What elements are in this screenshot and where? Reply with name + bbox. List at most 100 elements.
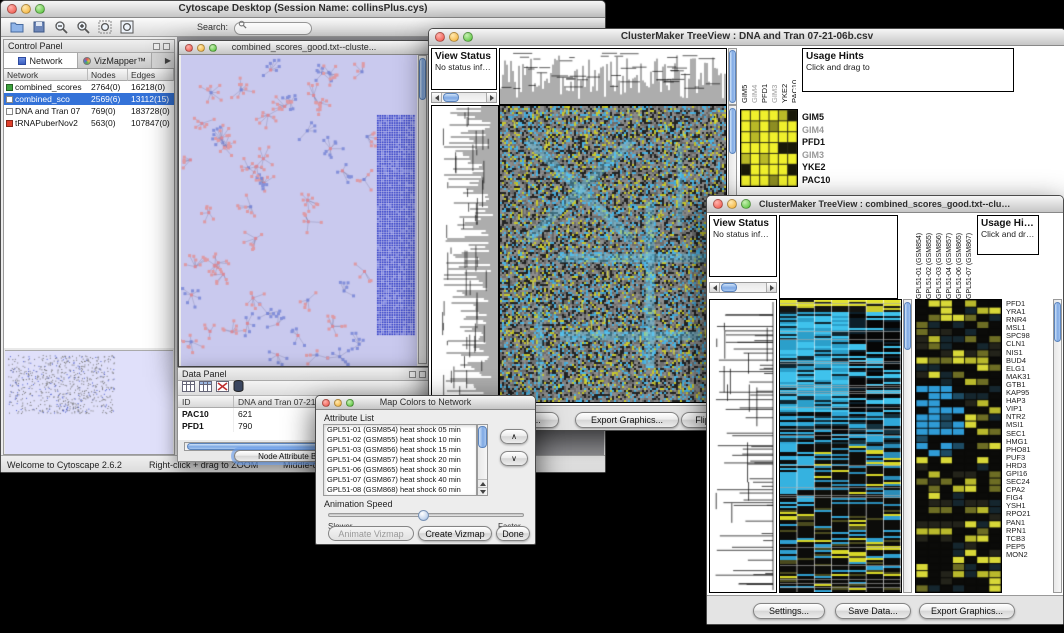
- network-row[interactable]: DNA and Tran 07 769(0) 183728(0): [4, 105, 174, 117]
- column-label[interactable]: GIM3: [770, 48, 779, 103]
- tab-overflow-arrow[interactable]: ▶: [152, 53, 174, 68]
- attribute-item[interactable]: GPL51-06 (GSM865) heat shock 30 min: [324, 465, 476, 475]
- zoom-button[interactable]: [741, 199, 751, 209]
- network-graph-canvas[interactable]: [181, 55, 417, 366]
- zoom-vscrollbar[interactable]: [1053, 299, 1062, 593]
- scrollbar-thumb[interactable]: [443, 93, 459, 102]
- zoom-button[interactable]: [35, 4, 45, 14]
- network-overview-canvas[interactable]: [5, 351, 173, 454]
- global-heatmap-canvas[interactable]: [500, 106, 726, 402]
- network-row-selected[interactable]: combined_sco 2569(6) 13112(15): [4, 93, 174, 105]
- close-panel-icon[interactable]: [419, 371, 426, 378]
- open-folder-icon[interactable]: [7, 19, 27, 36]
- attribute-item[interactable]: GPL51-08 (GSM868) heat shock 60 min: [324, 485, 476, 495]
- treeview-hscrollbar[interactable]: [709, 282, 777, 293]
- gene-dendrogram-canvas[interactable]: [432, 106, 498, 402]
- delete-column-icon[interactable]: [216, 379, 229, 397]
- save-data-button[interactable]: Save Data...: [835, 603, 911, 619]
- column-label[interactable]: GPL51-02 (GSM855): [925, 215, 934, 299]
- gene-label[interactable]: PAC10: [802, 174, 846, 187]
- column-label[interactable]: YKE2: [780, 48, 789, 103]
- gene-label[interactable]: PFD1: [802, 136, 846, 149]
- heatmap-vscrollbar[interactable]: [903, 299, 912, 593]
- main-titlebar[interactable]: Cytoscape Desktop (Session Name: collins…: [1, 1, 605, 18]
- animation-speed-slider[interactable]: [328, 513, 524, 517]
- minimize-button[interactable]: [197, 44, 205, 52]
- zoom-out-icon[interactable]: [51, 19, 71, 36]
- scroll-right-arrow[interactable]: [766, 283, 776, 292]
- column-label[interactable]: GIM4: [750, 48, 759, 103]
- column-label[interactable]: GPL51-03 (GSM856): [935, 215, 944, 299]
- zoom-in-icon[interactable]: [73, 19, 93, 36]
- scrollbar-thumb[interactable]: [904, 302, 911, 350]
- column-label[interactable]: GPL51-01 (GSM854): [915, 215, 924, 299]
- column-label[interactable]: GIM5: [740, 48, 749, 103]
- minimize-button[interactable]: [21, 4, 31, 14]
- animate-vizmap-button[interactable]: Animate Vizmap: [328, 526, 414, 541]
- gene-label[interactable]: GIM5: [802, 111, 846, 124]
- global-heatmap-canvas[interactable]: [780, 300, 901, 592]
- move-down-button[interactable]: ∨: [500, 451, 528, 466]
- network-row[interactable]: combined_scores 2764(0) 16218(0): [4, 81, 174, 93]
- scrollbar-thumb[interactable]: [478, 426, 487, 448]
- close-button[interactable]: [435, 32, 445, 42]
- close-button[interactable]: [322, 399, 330, 407]
- gene-label[interactable]: YKE2: [802, 161, 846, 174]
- col-network[interactable]: Network: [4, 69, 88, 81]
- tab-vizmapper[interactable]: VizMapper™: [78, 53, 152, 68]
- zoom-button[interactable]: [209, 44, 217, 52]
- zoom-button[interactable]: [346, 399, 354, 407]
- close-panel-icon[interactable]: [163, 43, 170, 50]
- column-label[interactable]: PFD1: [760, 48, 769, 103]
- export-graphics-button[interactable]: Export Graphics...: [919, 603, 1015, 619]
- id-column-header[interactable]: ID: [178, 396, 234, 407]
- minimize-button[interactable]: [449, 32, 459, 42]
- scrollbar-thumb[interactable]: [729, 108, 736, 154]
- create-vizmap-button[interactable]: Create Vizmap: [418, 526, 492, 541]
- scrollbar-thumb[interactable]: [729, 50, 736, 103]
- array-dendrogram-canvas[interactable]: [500, 49, 726, 104]
- slider-thumb[interactable]: [418, 510, 429, 521]
- zoom-fit-icon[interactable]: [117, 19, 137, 36]
- gene-dendrogram-canvas[interactable]: [710, 300, 776, 592]
- scroll-left-arrow[interactable]: [432, 93, 442, 102]
- zoom-button[interactable]: [463, 32, 473, 42]
- network-view-titlebar[interactable]: combined_scores_good.txt--cluste...: [179, 41, 429, 55]
- table-icon[interactable]: [182, 379, 195, 397]
- dialog-titlebar[interactable]: Map Colors to Network: [316, 396, 535, 410]
- table-select-icon[interactable]: [199, 379, 212, 397]
- scrollbar-thumb[interactable]: [721, 283, 737, 292]
- network-row[interactable]: tRNAPuberNov2 563(0) 107847(0): [4, 117, 174, 129]
- zoom-heatmap-canvas[interactable]: [741, 110, 797, 186]
- scrollbar-thumb[interactable]: [419, 58, 426, 100]
- gene-label[interactable]: GIM4: [802, 124, 846, 137]
- done-button[interactable]: Done: [496, 526, 530, 541]
- network-overview[interactable]: [5, 350, 173, 454]
- attribute-item[interactable]: GPL51-03 (GSM856) heat shock 15 min: [324, 445, 476, 455]
- zoom-heatmap-canvas[interactable]: [916, 300, 1001, 592]
- close-button[interactable]: [7, 4, 17, 14]
- attribute-item[interactable]: GPL51-02 (GSM855) heat shock 10 min: [324, 435, 476, 445]
- database-icon[interactable]: [233, 379, 244, 397]
- tab-network[interactable]: Network: [4, 53, 78, 68]
- float-panel-icon[interactable]: [409, 371, 416, 378]
- minimize-button[interactable]: [334, 399, 342, 407]
- close-button[interactable]: [185, 44, 193, 52]
- close-button[interactable]: [713, 199, 723, 209]
- col-nodes[interactable]: Nodes: [88, 69, 128, 81]
- gene-label[interactable]: MON2: [1006, 551, 1050, 559]
- scroll-up-arrow[interactable]: [478, 479, 487, 487]
- treeview-hscrollbar[interactable]: [431, 92, 497, 103]
- attribute-item[interactable]: GPL51-04 (GSM857) heat shock 20 min: [324, 455, 476, 465]
- scrollbar-thumb[interactable]: [1054, 302, 1061, 342]
- treeview-combined-titlebar[interactable]: ClusterMaker TreeView : combined_scores_…: [707, 196, 1063, 213]
- attribute-item[interactable]: GPL51-01 (GSM854) heat shock 05 min: [324, 425, 476, 435]
- save-icon[interactable]: [29, 19, 49, 36]
- column-label[interactable]: GPL51-07 (GSM867): [965, 215, 973, 299]
- treeview-dna-titlebar[interactable]: ClusterMaker TreeView : DNA and Tran 07-…: [429, 29, 1064, 46]
- network-vscrollbar[interactable]: [418, 55, 427, 364]
- scroll-left-arrow[interactable]: [710, 283, 720, 292]
- column-label[interactable]: GPL51-04 (GSM857): [945, 215, 954, 299]
- attribute-item[interactable]: GPL51-07 (GSM867) heat shock 40 min: [324, 475, 476, 485]
- zoom-selected-icon[interactable]: [95, 19, 115, 36]
